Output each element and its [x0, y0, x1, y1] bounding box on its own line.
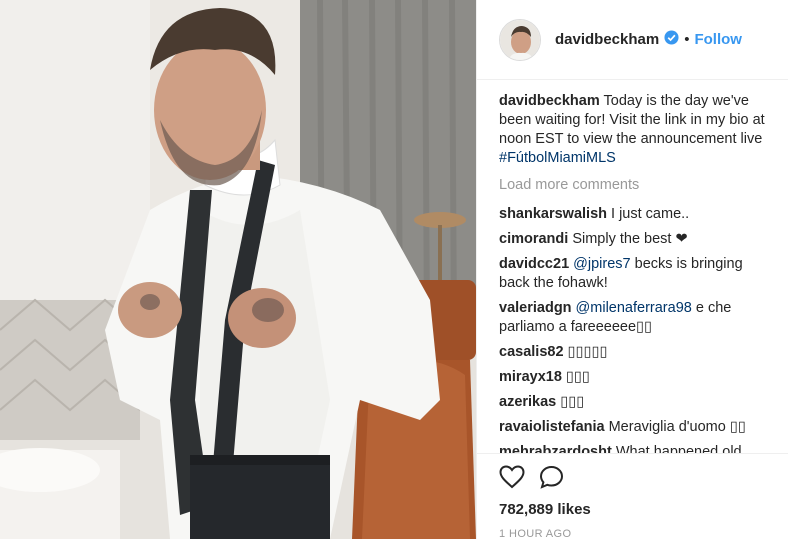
- avatar-image: [500, 19, 540, 60]
- author-username[interactable]: davidbeckham: [555, 31, 659, 48]
- post-details-panel: davidbeckham • Follow davidbeckham Today…: [476, 0, 788, 539]
- comment-text: ▯▯▯▯▯: [563, 344, 608, 360]
- comment-username[interactable]: mirayx18: [499, 369, 562, 385]
- comment-text: Simply the best ❤: [568, 231, 688, 247]
- comment-username[interactable]: cimorandi: [499, 231, 568, 247]
- comment-item: casalis82 ▯▯▯▯▯: [499, 343, 766, 362]
- caption-hashtag[interactable]: #FútbolMiamiMLS: [499, 150, 616, 166]
- post-timestamp[interactable]: 1 HOUR AGO: [499, 528, 767, 539]
- comment-username[interactable]: ravaiolistefania: [499, 419, 605, 435]
- caption-username[interactable]: davidbeckham: [499, 93, 600, 109]
- comment-username[interactable]: shankarswalish: [499, 206, 607, 222]
- comment-text: Meraviglia d'uomo ▯▯: [604, 419, 746, 435]
- heart-icon[interactable]: [499, 465, 525, 491]
- likes-count[interactable]: 782,889 likes: [499, 501, 767, 518]
- comment-text: I just came..: [607, 206, 690, 222]
- separator-dot: •: [684, 31, 690, 48]
- post-actions: 782,889 likes 1 HOUR AGO: [477, 453, 788, 539]
- comment-item: davidcc21 @jpires7 becks is bringing bac…: [499, 255, 766, 293]
- load-more-comments-button[interactable]: Load more comments: [499, 176, 766, 195]
- follow-button[interactable]: Follow: [694, 31, 742, 48]
- comment-item: cimorandi Simply the best ❤: [499, 230, 766, 249]
- post-header: davidbeckham • Follow: [477, 0, 788, 80]
- comments-list[interactable]: davidbeckham Today is the day we've been…: [477, 80, 788, 453]
- comment-username[interactable]: azerikas: [499, 394, 556, 410]
- comment-item: valeriadgn @milenaferrara98 e che parlia…: [499, 299, 766, 337]
- comment-item: azerikas ▯▯▯: [499, 393, 766, 412]
- comment-text: ▯▯▯: [561, 369, 590, 385]
- verified-badge-icon: [664, 29, 679, 50]
- post-image: [0, 0, 476, 539]
- post-caption: davidbeckham Today is the day we've been…: [499, 92, 766, 168]
- comment-mention[interactable]: @jpires7: [569, 256, 630, 272]
- comment-icon[interactable]: [539, 465, 565, 491]
- comment-item: mirayx18 ▯▯▯: [499, 368, 766, 387]
- comment-item: ravaiolistefania Meraviglia d'uomo ▯▯: [499, 418, 766, 437]
- author-avatar[interactable]: [499, 18, 541, 61]
- comment-username[interactable]: valeriadgn: [499, 300, 572, 316]
- action-icons: [499, 465, 767, 491]
- comment-item: shankarswalish I just came..: [499, 205, 766, 224]
- comment-username[interactable]: mehrabzardosht: [499, 444, 612, 453]
- comment-item: mehrabzardosht What happened old man you…: [499, 443, 766, 453]
- comment-mention[interactable]: @milenaferrara98: [572, 300, 692, 316]
- comment-username[interactable]: davidcc21: [499, 256, 569, 272]
- comment-text: ▯▯▯: [556, 394, 585, 410]
- post-photo[interactable]: [0, 0, 476, 539]
- comment-username[interactable]: casalis82: [499, 344, 564, 360]
